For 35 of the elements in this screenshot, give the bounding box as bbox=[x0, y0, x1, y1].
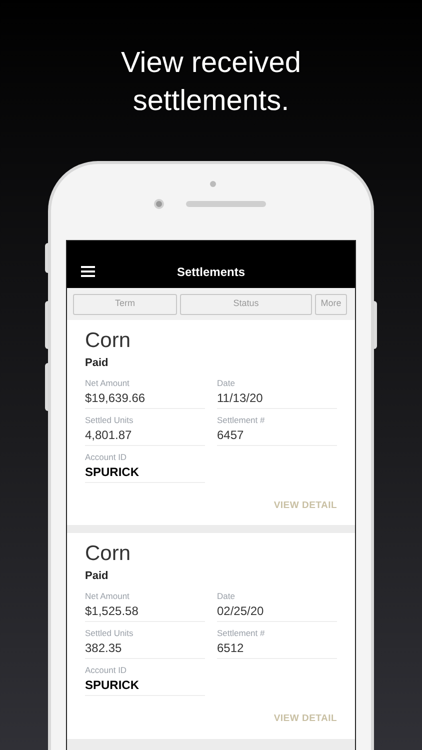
filter-button[interactable]: Status bbox=[180, 294, 312, 314]
view-detail-link[interactable]: VIEW DETAIL bbox=[274, 712, 337, 726]
filter-button[interactable]: Term bbox=[73, 294, 177, 314]
field-value: 6512 bbox=[217, 640, 245, 656]
field-label: Settlement # bbox=[217, 415, 266, 426]
field-value: SPURICK bbox=[85, 677, 140, 694]
field-value: 11/13/20 bbox=[217, 390, 264, 406]
field-value: 4,801.87 bbox=[85, 427, 133, 443]
field-label: Settled Units bbox=[85, 628, 134, 640]
crop-title: Corn bbox=[85, 328, 132, 354]
field-value: $1,525.58 bbox=[85, 603, 140, 620]
headline: View received settlements. bbox=[120, 46, 302, 119]
menu-icon[interactable] bbox=[81, 266, 95, 277]
field-label: Account ID bbox=[85, 452, 128, 463]
field-label: Net Amount bbox=[85, 378, 130, 389]
field-value: 6457 bbox=[217, 427, 245, 443]
field-label: Date bbox=[217, 378, 236, 389]
field-label: Net Amount bbox=[85, 591, 130, 602]
field-value: $19,639.66 bbox=[85, 390, 146, 406]
status-text: Paid bbox=[85, 569, 110, 584]
filter-button[interactable]: More bbox=[315, 294, 347, 314]
field-value: 02/25/20 bbox=[217, 603, 265, 620]
field-label: Settlement # bbox=[217, 628, 266, 640]
crop-title: Corn bbox=[85, 541, 132, 568]
field-value: SPURICK bbox=[85, 464, 140, 480]
sensor-icon bbox=[210, 181, 216, 187]
speaker-icon bbox=[186, 201, 266, 207]
status-text: Paid bbox=[85, 356, 110, 370]
view-detail-link[interactable]: VIEW DETAIL bbox=[274, 499, 337, 514]
field-label: Account ID bbox=[85, 665, 128, 676]
camera-icon bbox=[154, 199, 164, 209]
field-label: Settled Units bbox=[85, 415, 134, 426]
app-bar-title: Settlements bbox=[176, 264, 246, 280]
field-value: 382.35 bbox=[85, 640, 123, 656]
field-label: Date bbox=[217, 591, 236, 602]
